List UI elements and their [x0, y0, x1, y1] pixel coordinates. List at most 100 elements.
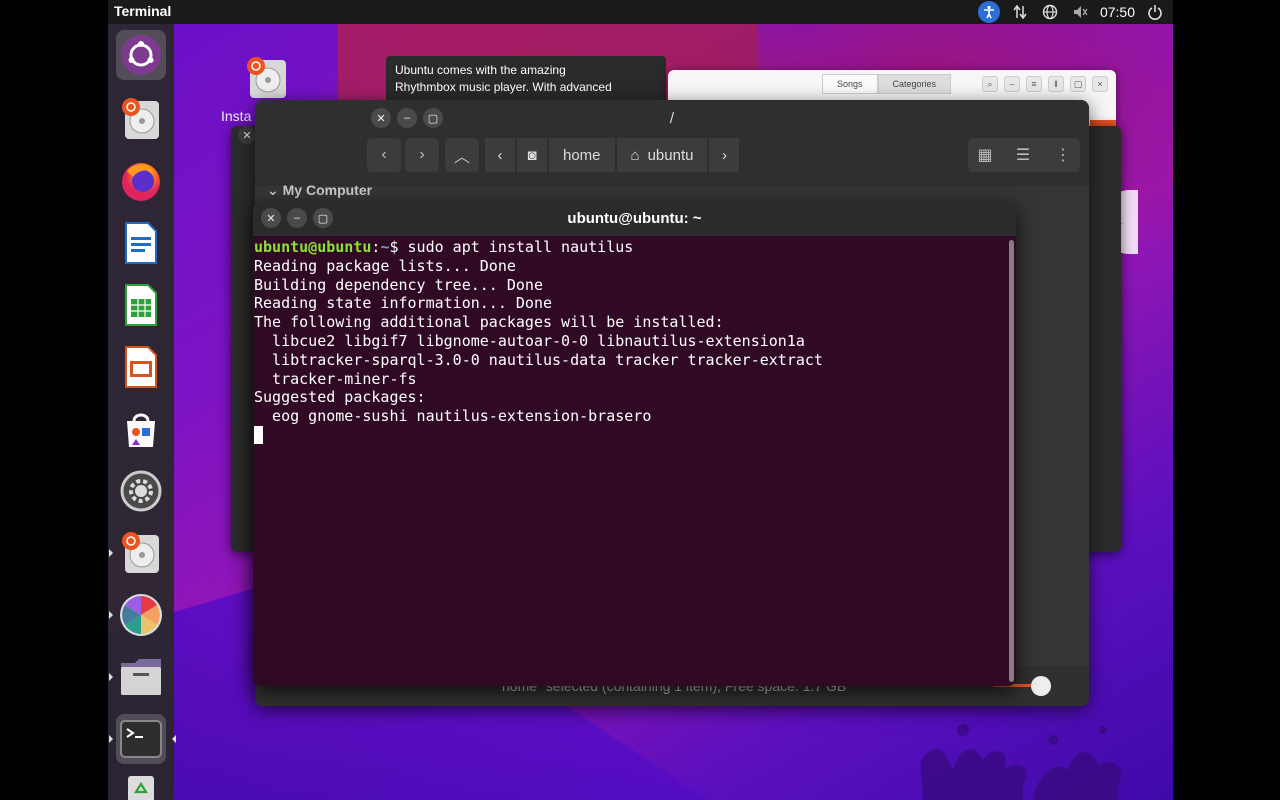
desktop-install-icon[interactable] — [246, 56, 290, 100]
view-options-icon[interactable]: ⋮ — [1046, 138, 1080, 172]
running-indicator — [109, 735, 113, 743]
terminal-icon — [120, 720, 162, 758]
drive-icon[interactable]: ◙ — [517, 138, 547, 172]
sidebar-section-label: My Computer — [282, 182, 373, 198]
text-cursor — [254, 425, 263, 444]
home-icon: ⌂ — [630, 146, 640, 164]
prompt-dollar: $ — [389, 238, 399, 256]
close-icon[interactable]: × — [1092, 76, 1108, 92]
dock-firefox[interactable] — [116, 156, 166, 206]
sidebar-section-my-computer[interactable]: ⌄ My Computer — [267, 182, 372, 199]
clock[interactable]: 07:50 — [1100, 4, 1135, 20]
dock-ubuntu-logo[interactable] — [116, 30, 166, 80]
terminal-scrollbar[interactable] — [1009, 240, 1014, 682]
path-scroll-left-icon[interactable]: ‹ — [485, 138, 515, 172]
rhythmbox-controls: ⌕ – ≡ ‖ ▢ × — [982, 76, 1108, 92]
list-view-icon[interactable]: ☰ — [1006, 138, 1040, 172]
prompt-user: ubuntu@ubuntu — [254, 238, 372, 256]
output-line: libtracker-sparql-3.0-0 nautilus-data tr… — [254, 350, 823, 369]
writer-icon — [125, 222, 157, 264]
tab-songs[interactable]: Songs — [822, 74, 878, 94]
search-icon[interactable]: ⌕ — [982, 76, 998, 92]
slideshow-caption: Ubuntu comes with the amazing Rhythmbox … — [386, 56, 666, 106]
output-line: Reading state information... Done — [254, 294, 553, 313]
trash-icon — [128, 776, 154, 800]
desktop-icon-label[interactable]: Insta — [221, 108, 251, 124]
wallpaper-coral — [920, 724, 1122, 800]
chevron-down-icon: ⌄ — [267, 182, 283, 198]
path-bar: ‹ ◙ home ⌂ ubuntu › — [485, 138, 741, 172]
cursor-line — [254, 425, 1008, 445]
pause-icon[interactable]: ‖ — [1048, 76, 1064, 92]
command-text: sudo apt install nautilus — [407, 238, 634, 256]
files-headerbar: ✕ – ▢ / ‹ › ︿ ‹ ◙ home ⌂ ubuntu › ↵ ⌕ — [255, 100, 1089, 186]
system-tray[interactable]: 07:50 — [977, 0, 1165, 24]
files-title: / — [669, 110, 675, 127]
grid-view-icon[interactable]: ▦ — [968, 138, 1002, 172]
running-indicator — [109, 611, 113, 619]
running-indicator — [109, 549, 113, 557]
prompt-line: ubuntu@ubuntu:~$ sudo apt install nautil… — [254, 238, 1008, 257]
dock — [108, 24, 176, 800]
tab-categories[interactable]: Categories — [877, 74, 952, 94]
installer-close-icon[interactable]: ✕ — [238, 126, 256, 144]
volume-icon[interactable] — [1070, 2, 1090, 22]
dock-install-ubuntu[interactable] — [116, 94, 166, 144]
impress-icon — [125, 346, 157, 388]
path-crumb-ubuntu[interactable]: ⌂ ubuntu — [616, 138, 708, 172]
dock-impress[interactable] — [116, 342, 166, 392]
terminal-window[interactable]: ✕ – ▢ ubuntu@ubuntu: ~ ubuntu@ubuntu:~$ … — [253, 202, 1016, 686]
dock-files[interactable] — [109, 652, 166, 702]
output-line: eog gnome-sushi nautilus-extension-brase… — [254, 407, 652, 426]
terminal-output[interactable]: ubuntu@ubuntu:~$ sudo apt install nautil… — [253, 236, 1008, 686]
dock-calc[interactable] — [116, 280, 166, 330]
calc-icon — [125, 284, 157, 326]
letterbox-left — [0, 0, 108, 800]
output-line: libcue2 libgif7 libgnome-autoar-0-0 libn… — [254, 331, 805, 350]
installer-disk-icon — [122, 532, 159, 573]
app-center-icon — [127, 413, 155, 447]
dock-settings[interactable] — [116, 466, 166, 516]
dock-app-center[interactable] — [116, 404, 166, 454]
settings-gear-icon — [120, 470, 162, 512]
running-indicator — [109, 673, 113, 681]
dock-writer[interactable] — [116, 218, 166, 268]
top-bar: Terminal 07:50 — [108, 0, 1173, 24]
terminal-headerbar: ✕ – ▢ ubuntu@ubuntu: ~ — [253, 202, 1016, 236]
output-line: Building dependency tree... Done — [254, 275, 543, 294]
terminal-title: ubuntu@ubuntu: ~ — [567, 210, 702, 227]
slideshow-line: Rhythmbox music player. With advanced — [395, 80, 612, 94]
power-icon[interactable] — [1145, 2, 1165, 22]
up-icon[interactable]: ︿ — [445, 138, 479, 172]
zoom-slider-knob[interactable] — [1031, 676, 1051, 696]
dock-install-ubuntu-running[interactable] — [109, 528, 166, 578]
back-icon[interactable]: ‹ — [367, 138, 401, 172]
installer-disk-icon — [122, 98, 159, 139]
focused-indicator — [172, 735, 176, 743]
path-scroll-right-icon[interactable]: › — [709, 138, 740, 172]
rhythmbox-tabs: Songs Categories — [822, 74, 952, 94]
output-line: Reading package lists... Done — [254, 256, 516, 275]
globe-icon[interactable] — [1040, 2, 1060, 22]
accessibility-icon[interactable] — [977, 1, 1000, 23]
restore-icon[interactable]: ▢ — [1070, 76, 1086, 92]
dock-terminal[interactable] — [109, 714, 176, 764]
firefox-icon — [122, 163, 160, 201]
minus-icon[interactable]: – — [1004, 76, 1020, 92]
files-folder-icon — [121, 659, 161, 695]
slideshow-line: Ubuntu comes with the amazing — [395, 63, 566, 77]
color-wheel-icon — [120, 594, 162, 636]
letterbox-right — [1173, 0, 1280, 800]
desktop-screen: Terminal 07:50 Insta Ubuntu comes with t… — [108, 0, 1173, 800]
path-crumb-home[interactable]: home — [549, 138, 615, 172]
dock-color-app[interactable] — [109, 590, 166, 640]
network-icon[interactable] — [1010, 2, 1030, 22]
output-line: Suggested packages: — [254, 388, 426, 407]
path-crumb-label: ubuntu — [647, 146, 694, 164]
output-line: tracker-miner-fs — [254, 369, 417, 388]
active-app-label[interactable]: Terminal — [114, 3, 171, 19]
ubuntu-logo-icon — [121, 35, 161, 75]
menu-icon[interactable]: ≡ — [1026, 76, 1042, 92]
forward-icon[interactable]: › — [405, 138, 439, 172]
dock-trash[interactable] — [116, 764, 166, 800]
